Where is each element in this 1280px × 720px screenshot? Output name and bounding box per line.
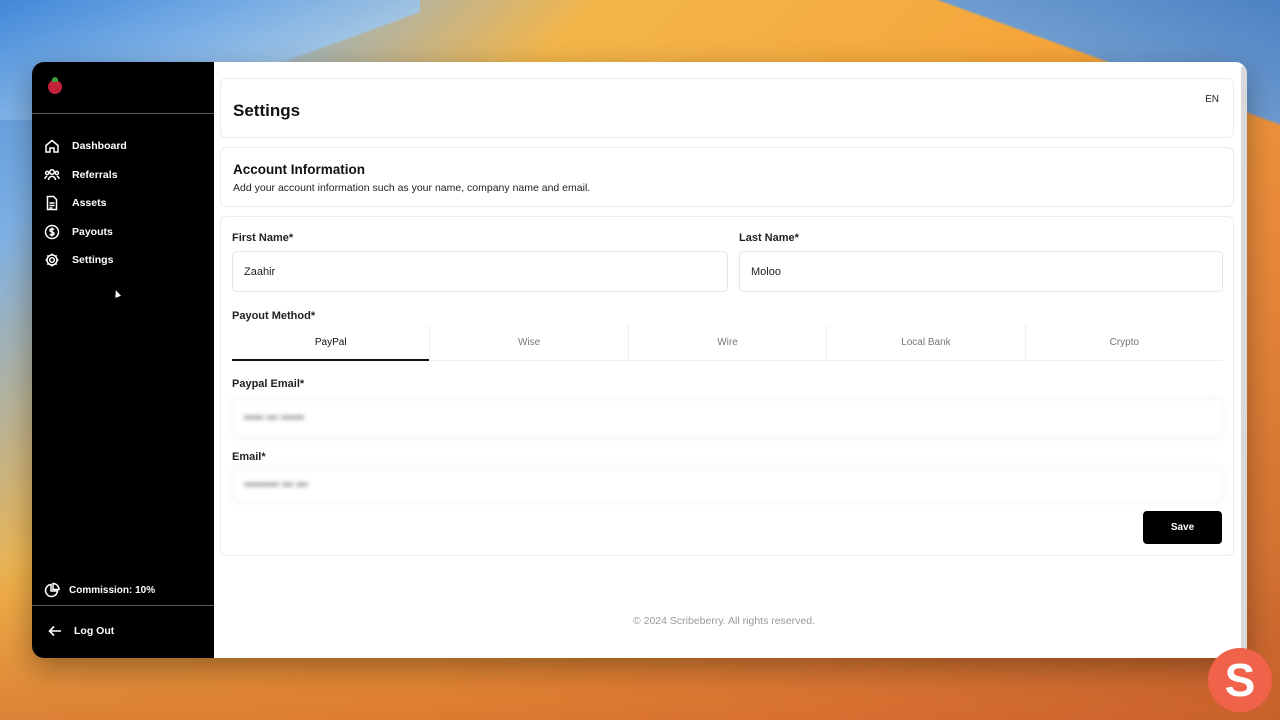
section-title: Account Information (233, 162, 365, 177)
sidebar-item-payouts[interactable]: Payouts (32, 218, 214, 247)
section-subtitle: Add your account information such as you… (233, 182, 591, 194)
account-form-card: First Name* Last Name* Payout Method* Pa… (220, 216, 1234, 556)
brand-badge-icon: S (1208, 648, 1272, 712)
payout-method-tabs: PayPal Wise Wire Local Bank Crypto (232, 325, 1224, 361)
sidebar-item-label: Referrals (72, 168, 118, 181)
save-button[interactable]: Save (1143, 511, 1222, 544)
paypal-email-label: Paypal Email* (232, 378, 305, 390)
sidebar-item-label: Payouts (72, 225, 113, 238)
scribeberry-logo-icon[interactable] (48, 77, 62, 94)
sidebar-divider (32, 113, 214, 114)
logout-button[interactable]: Log Out (48, 624, 114, 638)
document-icon (46, 196, 58, 211)
main-content: Settings EN Account Information Add your… (214, 62, 1247, 658)
tab-paypal[interactable]: PayPal (232, 325, 430, 361)
page-title: Settings (233, 101, 301, 120)
email-label: Email* (232, 451, 266, 463)
language-selector[interactable]: EN (1205, 94, 1219, 105)
app-window: Dashboard Referrals Assets Payouts Setti… (32, 62, 1247, 658)
sidebar: Dashboard Referrals Assets Payouts Setti… (32, 62, 214, 658)
payout-method-label: Payout Method* (232, 310, 316, 322)
tab-crypto[interactable]: Crypto (1024, 325, 1224, 361)
page-header-card: Settings EN (220, 78, 1234, 138)
sidebar-item-dashboard[interactable]: Dashboard (32, 132, 214, 161)
last-name-input[interactable] (739, 251, 1223, 292)
sidebar-item-referrals[interactable]: Referrals (32, 161, 214, 190)
first-name-label: First Name* (232, 232, 294, 244)
pie-chart-icon (44, 582, 60, 598)
arrow-left-icon (48, 625, 61, 637)
first-name-input[interactable] (232, 251, 728, 292)
users-icon (44, 168, 60, 180)
gear-icon (45, 253, 59, 267)
tab-wire[interactable]: Wire (627, 325, 827, 361)
sidebar-item-settings[interactable]: Settings (32, 246, 214, 275)
sidebar-item-assets[interactable]: Assets (32, 189, 214, 218)
sidebar-divider (32, 605, 214, 606)
logout-label: Log Out (74, 625, 115, 637)
footer-copyright: © 2024 Scribeberry. All rights reserved. (632, 615, 816, 627)
email-input[interactable] (232, 467, 1223, 503)
last-name-label: Last Name* (739, 232, 799, 244)
sidebar-nav: Dashboard Referrals Assets Payouts Setti… (32, 132, 214, 275)
account-info-card: Account Information Add your account inf… (220, 147, 1234, 207)
sidebar-item-label: Dashboard (72, 140, 127, 153)
commission-indicator: Commission: 10% (44, 582, 155, 598)
mouse-cursor-icon (112, 289, 122, 298)
home-icon (45, 139, 59, 153)
sidebar-item-label: Settings (72, 254, 114, 267)
sidebar-item-label: Assets (72, 197, 107, 210)
scrollbar[interactable] (1241, 66, 1247, 651)
dollar-icon (44, 224, 60, 239)
commission-text: Commission: 10% (69, 584, 156, 596)
tab-local-bank[interactable]: Local Bank (826, 325, 1025, 361)
paypal-email-input[interactable] (232, 397, 1223, 438)
tab-wise[interactable]: Wise (429, 325, 628, 361)
